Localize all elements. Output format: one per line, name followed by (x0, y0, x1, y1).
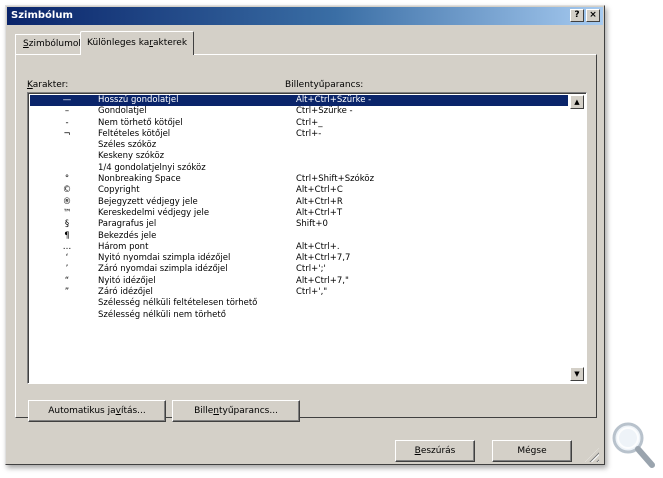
autocorrect-label-rest: ítás... (120, 406, 146, 416)
list-item-shortcut: Alt+Ctrl+7,7 (296, 253, 351, 264)
list-item[interactable]: ™ Kereskedelmi védjegy jele Alt+Ctrl+T (30, 208, 568, 219)
close-button[interactable]: × (586, 9, 600, 22)
list-item-symbol: — (62, 95, 72, 105)
autocorrect-label-pre: Automatikus ja (48, 406, 116, 416)
list-item[interactable]: ‘ Nyitó nyomdai szimpla idézőjel Alt+Ctrl+… (30, 253, 568, 264)
list-item-shortcut: Shift+0 (296, 219, 328, 230)
list-item-name: Kereskedelmi védjegy jele (98, 207, 210, 218)
list-item-shortcut: Alt+Ctrl+C (296, 185, 343, 196)
list-item-name: Feltételes kötőjel (98, 128, 171, 139)
column-header-shortcut: Billentyűparancs: (285, 80, 364, 90)
list-item-shortcut: Alt+Ctrl+7," (296, 275, 349, 286)
list-item-shortcut: Alt+Ctrl+R (296, 196, 343, 207)
tab-symbols[interactable]: Szimbólumok (17, 35, 90, 55)
list-item-name: Gondolatjel (98, 106, 147, 117)
list-item-name: Nyitó nyomdai szimpla idézőjel (98, 253, 231, 264)
column-header-character: Karakter: (27, 80, 68, 90)
tab-special-label-pre: Különleges ka (87, 38, 150, 48)
list-item-name: Szélesség nélküli feltételesen törhető (98, 298, 258, 309)
list-item-symbol: ” (64, 287, 70, 298)
list-item-shortcut: Alt+Ctrl+. (296, 241, 340, 252)
list-item-name: Hosszú gondolatjel (98, 95, 179, 105)
tab-special-characters[interactable]: Különleges karakterek (80, 31, 195, 55)
list-item-name: Nem törhető kötőjel (98, 117, 183, 128)
list-item-name: Szélesség nélküli nem törhető (98, 309, 226, 320)
list-item[interactable]: — Hosszú gondolatjel Alt+Ctrl+Szürke - (30, 95, 568, 107)
list-item-symbol: ¶ (64, 230, 70, 241)
insert-button[interactable]: Beszúrás (395, 440, 475, 462)
list-item-name: Copyright (98, 185, 140, 196)
list-item-symbol: § (64, 219, 70, 230)
shortcut-label-pre: Bille (194, 406, 214, 416)
scroll-up-button[interactable]: ▲ (570, 95, 584, 109)
list-item-name: 1/4 gondolatjelnyi szóköz (98, 162, 206, 173)
list-item-symbol: ° (64, 174, 70, 185)
list-item[interactable]: 1/4 gondolatjelnyi szóköz (30, 163, 568, 174)
list-item-name: Paragrafus jel (98, 219, 157, 230)
list-item-symbol: “ (64, 275, 70, 286)
list-item-name: Nonbreaking Space (98, 174, 181, 185)
list-item-shortcut: Alt+Ctrl+Szürke - (296, 95, 372, 105)
list-item-shortcut: Ctrl+Szürke - (296, 106, 353, 117)
list-item[interactable]: – Gondolatjel Ctrl+Szürke - (30, 106, 568, 117)
list-item[interactable]: ¶ Bekezdés jele (30, 231, 568, 242)
magnifier-icon[interactable] (608, 418, 660, 474)
list-item-symbol: ‘ (65, 253, 69, 264)
tab-symbols-label-rest: zimbólumok (28, 39, 84, 49)
insert-label-rest: eszúrás (420, 446, 456, 456)
shortcut-key-button[interactable]: Billentyűparancs... (172, 400, 300, 422)
tab-special-label-rest: akterek (152, 38, 188, 48)
title-bar[interactable]: Szimbólum ? × (7, 7, 603, 25)
list-item[interactable]: ¬ Feltételes kötőjel Ctrl+- (30, 129, 568, 140)
list-item-name: Nyitó idézőjel (98, 275, 156, 286)
special-characters-list[interactable]: — Hosszú gondolatjel Alt+Ctrl+Szürke - – Gon… (27, 92, 587, 384)
help-button[interactable]: ? (570, 9, 584, 22)
list-item[interactable]: - Nem törhető kötőjel Ctrl+_ (30, 118, 568, 129)
list-item-shortcut: Alt+Ctrl+T (296, 207, 343, 218)
window-title: Szimbólum (11, 10, 73, 21)
list-item[interactable]: “ Nyitó idézőjel Alt+Ctrl+7," (30, 276, 568, 287)
list-item-shortcut: Ctrl+';' (296, 264, 326, 275)
list-item-symbol: - (65, 117, 69, 128)
list-item-name: Záró nyomdai szimpla idézőjel (98, 264, 228, 275)
list-item-symbol: – (64, 106, 70, 117)
list-item[interactable]: ® Bejegyzett védjegy jele Alt+Ctrl+R (30, 197, 568, 208)
column-header-character-rest: arakter: (32, 80, 69, 90)
list-item-symbol: ™ (62, 207, 72, 218)
list-item-shortcut: Ctrl+_ (296, 117, 323, 128)
cancel-button[interactable]: Mégse (492, 440, 572, 462)
list-item[interactable]: Keskeny szóköz (30, 151, 568, 162)
list-item[interactable]: Szélesség nélküli nem törhető (30, 310, 568, 321)
list-item-name: Záró idézőjel (98, 287, 153, 298)
list-item[interactable]: Széles szóköz (30, 140, 568, 151)
scroll-down-button[interactable]: ▼ (570, 367, 584, 381)
magnifier-icon-graphic (612, 422, 655, 468)
list-item-shortcut: Ctrl+'," (296, 287, 328, 298)
list-item[interactable]: … Három pont Alt+Ctrl+. (30, 242, 568, 253)
list-item-name: Három pont (98, 241, 149, 252)
list-item[interactable]: ’ Záró nyomdai szimpla idézőjel Ctrl+';' (30, 264, 568, 275)
list-item-name: Bekezdés jele (98, 230, 157, 241)
shortcut-label-rest: tyűparancs... (219, 406, 278, 416)
list-item-symbol: … (62, 241, 72, 252)
list-item-name: Bejegyzett védjegy jele (98, 196, 198, 207)
list-item-shortcut: Ctrl+Shift+Szóköz (296, 174, 375, 185)
list-item-name: Széles szóköz (98, 140, 157, 151)
list-rows: — Hosszú gondolatjel Alt+Ctrl+Szürke - – Gon… (30, 95, 568, 321)
list-item-symbol: ® (62, 196, 72, 207)
list-item-symbol: ¬ (63, 128, 71, 139)
list-item-symbol: © (62, 185, 72, 196)
list-item[interactable]: ” Záró idézőjel Ctrl+'," (30, 287, 568, 298)
list-item[interactable]: © Copyright Alt+Ctrl+C (30, 185, 568, 196)
list-item-symbol: ’ (65, 264, 69, 275)
list-item[interactable]: § Paragrafus jel Shift+0 (30, 219, 568, 230)
list-item-name: Keskeny szóköz (98, 151, 165, 162)
list-item[interactable]: Szélesség nélküli feltételesen törhető (30, 298, 568, 309)
vertical-scrollbar[interactable]: ▲ ▼ (570, 95, 584, 381)
list-item[interactable]: ° Nonbreaking Space Ctrl+Shift+Szóköz (30, 174, 568, 185)
list-item-shortcut: Ctrl+- (296, 128, 322, 139)
autocorrect-button[interactable]: Automatikus javítás... (28, 400, 166, 422)
